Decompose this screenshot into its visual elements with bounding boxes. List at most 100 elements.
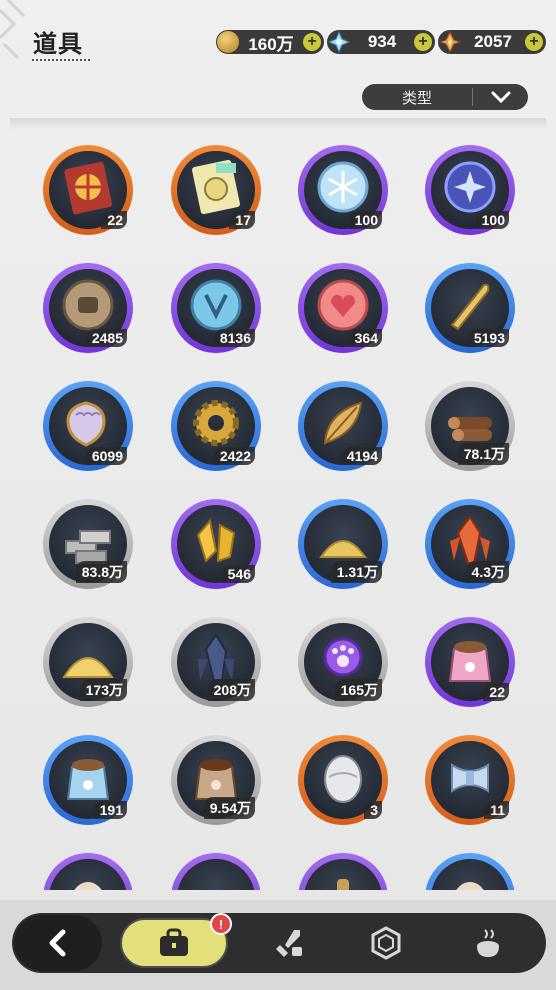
chevron-down-icon [473, 90, 528, 104]
item-slot-sand-pile[interactable]: 173万 [43, 617, 133, 707]
item-partial-icon [186, 865, 246, 890]
item-grid: 22 17 100 100 2485 8136 364 5193 6099 2422 4194 78.… [0, 130, 556, 890]
item-slot-star-coin[interactable]: 100 [425, 145, 515, 235]
page-title: 道具 [33, 30, 83, 58]
grid-top-shadow [10, 118, 546, 130]
item-slot-golden-blade[interactable]: 5193 [425, 263, 515, 353]
item-slot-dark-crystal[interactable]: 208万 [171, 617, 261, 707]
item-slot-scroll[interactable]: 11 [425, 735, 515, 825]
item-count: 4194 [340, 447, 382, 465]
title-underline [32, 56, 90, 61]
item-count: 208万 [207, 679, 255, 701]
tab-cooking[interactable] [438, 918, 538, 968]
inventory-page: 道具 160万 + 934 + 2057 + 类型 22 17 100 100 2485… [0, 0, 556, 990]
add-gold-button[interactable]: + [303, 33, 321, 51]
add-star-button[interactable]: + [525, 33, 543, 51]
currency-star: 2057 + [438, 30, 546, 54]
item-count: 78.1万 [457, 443, 509, 465]
item-count: 173万 [79, 679, 127, 701]
item-count: 364 [348, 329, 382, 347]
tab-gems[interactable] [336, 918, 436, 968]
item-count: 2422 [213, 447, 255, 465]
gold-crystal-icon [196, 518, 236, 563]
back-button[interactable] [14, 915, 102, 971]
item-count: 8136 [213, 329, 255, 347]
item-slot-egg-partial-2[interactable] [425, 853, 515, 890]
item-slot-coin-ticket[interactable]: 17 [171, 145, 261, 235]
item-slot-gold-crystal[interactable]: 546 [171, 499, 261, 589]
tab-equipment[interactable] [240, 918, 340, 968]
spin-ticket-icon [64, 161, 112, 215]
add-crystal-button[interactable]: + [414, 33, 432, 51]
item-slot-blue-food-bag[interactable]: 191 [43, 735, 133, 825]
item-slot-red-crystal[interactable]: 4.3万 [425, 499, 515, 589]
item-count: 17 [229, 211, 255, 229]
currency-gold-amount: 160万 [248, 34, 294, 54]
golden-leaf-icon [323, 401, 363, 445]
item-count: 11 [484, 801, 509, 819]
currency-star-amount: 2057 [474, 32, 512, 51]
back-arrow-icon [49, 929, 66, 957]
new-item-badge: ! [210, 913, 232, 935]
emblem-medal-icon [190, 279, 242, 331]
item-count: 22 [483, 683, 509, 701]
item-slot-stone-bricks[interactable]: 83.8万 [43, 499, 133, 589]
item-slot-egg-partial[interactable] [43, 853, 133, 890]
item-slot-gold-sand[interactable]: 1.31万 [298, 499, 388, 589]
item-count: 1.31万 [330, 561, 382, 583]
item-count: 22 [101, 211, 127, 229]
egg-partial-icon [74, 882, 102, 890]
item-count: 100 [348, 211, 382, 229]
item-count: 4.3万 [465, 561, 509, 583]
coin-ticket-icon [192, 159, 240, 215]
type-filter-dropdown[interactable]: 类型 [362, 84, 528, 110]
item-count: 165万 [334, 679, 382, 701]
bag-icon [160, 928, 188, 956]
item-slot-scale-shield[interactable]: 6099 [43, 381, 133, 471]
star-gem-icon [439, 31, 461, 53]
item-slot-paw-orb[interactable]: 165万 [298, 617, 388, 707]
item-slot-heart-medal[interactable]: 364 [298, 263, 388, 353]
scale-shield-icon [66, 401, 106, 447]
item-slot-gear[interactable]: 2422 [171, 381, 261, 471]
item-count: 5193 [467, 329, 509, 347]
item-count: 100 [475, 211, 509, 229]
filter-label: 类型 [401, 88, 432, 107]
item-slot-fist-medal[interactable]: 2485 [43, 263, 133, 353]
item-slot-item-partial[interactable] [171, 853, 261, 890]
gear-icon [193, 400, 239, 446]
item-count: 6099 [85, 447, 127, 465]
item-count: 83.8万 [75, 561, 127, 583]
fist-medal-icon [62, 279, 114, 331]
golden-blade-icon [450, 283, 490, 331]
item-slot-golden-leaf[interactable]: 4194 [298, 381, 388, 471]
currency-gold: 160万 + [216, 30, 324, 54]
item-count: 2485 [85, 329, 127, 347]
item-slot-spin-ticket[interactable]: 22 [43, 145, 133, 235]
currency-crystal: 934 + [327, 30, 435, 54]
heart-medal-icon [317, 279, 369, 331]
scroll-icon [451, 763, 489, 793]
item-slot-pink-food-bag[interactable]: 22 [425, 617, 515, 707]
item-slot-emblem-medal[interactable]: 8136 [171, 263, 261, 353]
item-count: 191 [93, 801, 127, 819]
gold-coin-icon [217, 31, 239, 53]
egg-partial-2-icon [456, 882, 484, 890]
egg-icon [324, 755, 362, 803]
sword-boot-icon [276, 930, 302, 957]
bottle-partial-icon [337, 879, 349, 890]
item-count: 546 [221, 565, 255, 583]
hexagon-gem-icon [371, 926, 401, 960]
pot-icon [477, 929, 499, 957]
item-slot-brown-food-bag[interactable]: 9.54万 [171, 735, 261, 825]
star-coin-icon [444, 161, 496, 213]
currency-crystal-amount: 934 [367, 32, 397, 51]
item-slot-egg[interactable]: 3 [298, 735, 388, 825]
pink-food-bag-icon [448, 641, 492, 682]
item-slot-bottle-partial[interactable] [298, 853, 388, 890]
blue-food-bag-icon [66, 759, 110, 800]
item-slot-snowflake-coin[interactable]: 100 [298, 145, 388, 235]
item-count: 3 [364, 801, 382, 819]
item-count: 9.54万 [203, 797, 255, 819]
item-slot-wood-logs[interactable]: 78.1万 [425, 381, 515, 471]
